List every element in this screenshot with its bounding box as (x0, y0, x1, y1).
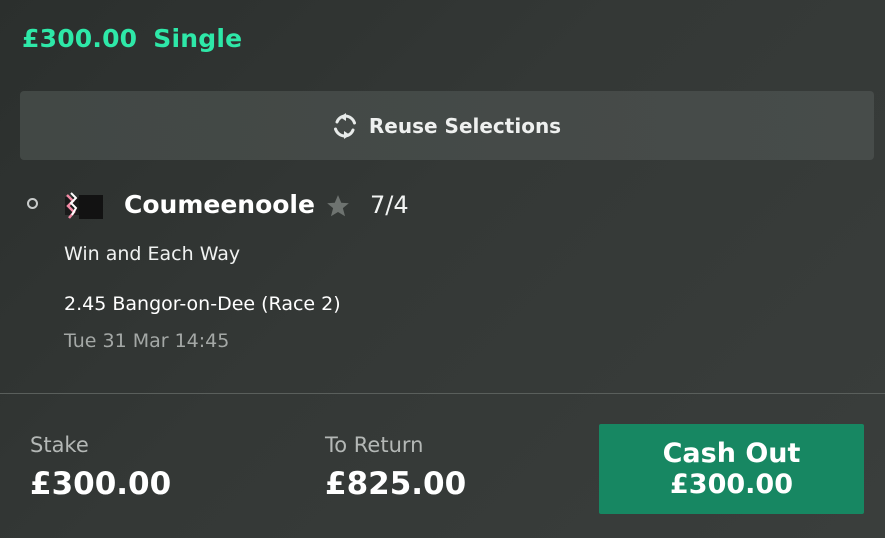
cash-out-label: Cash Out (662, 437, 801, 469)
bet-amount: £300.00 (22, 24, 138, 53)
market-type: Win and Each Way (64, 243, 241, 265)
reuse-selections-button[interactable]: Reuse Selections (20, 91, 874, 160)
jockey-silks-icon (63, 191, 105, 221)
refresh-icon (333, 112, 357, 139)
to-return-value: £825.00 (325, 466, 467, 502)
runner-name: Coumeenoole (124, 190, 315, 219)
selection-radio[interactable] (27, 198, 38, 209)
cash-out-value: £300.00 (670, 469, 793, 500)
to-return-label: To Return (325, 433, 424, 457)
stake-value: £300.00 (30, 466, 172, 502)
bet-header: £300.00 Single (22, 24, 242, 53)
stake-label: Stake (30, 433, 89, 457)
star-icon[interactable] (325, 193, 351, 219)
bet-type: Single (153, 24, 243, 53)
cash-out-button[interactable]: Cash Out £300.00 (599, 424, 864, 514)
divider (0, 393, 885, 394)
odds: 7/4 (370, 191, 409, 219)
reuse-selections-label: Reuse Selections (368, 113, 562, 138)
event-time: Tue 31 Mar 14:45 (64, 330, 230, 352)
event-name: 2.45 Bangor-on-Dee (Race 2) (64, 293, 341, 315)
